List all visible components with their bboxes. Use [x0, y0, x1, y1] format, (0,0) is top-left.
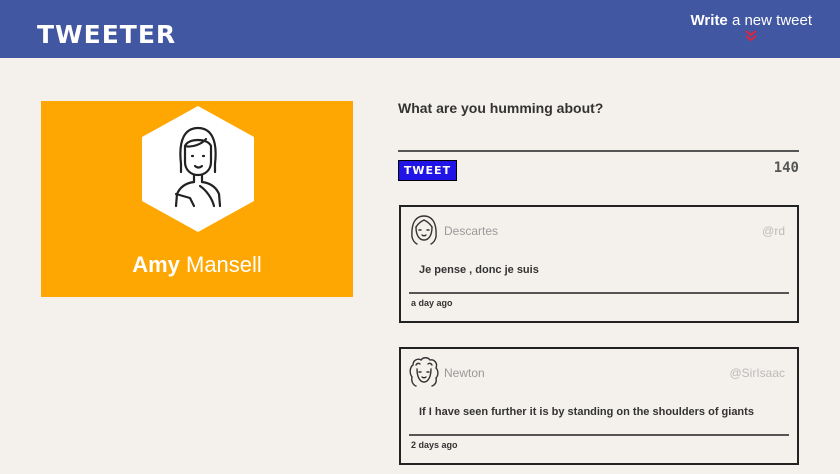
tweet-timestamp: a day ago [411, 298, 453, 308]
tweet-card: Newton @SirIsaac If I have seen further … [399, 347, 799, 465]
char-counter: 140 [773, 160, 799, 176]
tweet-handle[interactable]: @rd [762, 224, 785, 238]
profile-name: Amy Mansell [41, 252, 353, 278]
tweet-handle[interactable]: @SirIsaac [729, 366, 785, 380]
tweet-text: Je pense , donc je suis [419, 264, 539, 276]
write-label-light: a new tweet [731, 12, 812, 29]
write-new-tweet-toggle[interactable]: Write a new tweet [691, 12, 812, 42]
tweet-text: If I have seen further it is by standing… [419, 406, 754, 418]
woman-avatar-icon [142, 106, 254, 232]
tweet-divider [409, 292, 789, 294]
profile-last-name: Mansell [186, 252, 262, 277]
tweet-button[interactable]: TWEET [398, 160, 457, 181]
brand-logo[interactable]: TWEETER [37, 20, 176, 49]
tweet-timestamp: 2 days ago [411, 440, 458, 450]
profile-card: Amy Mansell [41, 101, 353, 297]
tweet-divider [409, 434, 789, 436]
tweet-input[interactable] [398, 118, 799, 152]
top-nav-bar: TWEETER Write a new tweet [0, 0, 840, 58]
tweet-author[interactable]: Newton [444, 366, 485, 380]
compose-prompt: What are you humming about? [398, 100, 604, 116]
descartes-avatar-icon [411, 215, 437, 245]
tweet-author[interactable]: Descartes [444, 224, 498, 238]
newton-avatar-icon [409, 357, 439, 387]
write-label-strong: Write [690, 12, 728, 29]
tweet-card: Descartes @rd Je pense , donc je suis a … [399, 205, 799, 323]
double-chevron-down-icon[interactable] [744, 30, 758, 42]
profile-first-name: Amy [132, 252, 180, 277]
tweet-composer: What are you humming about? TWEET 140 [398, 100, 799, 181]
